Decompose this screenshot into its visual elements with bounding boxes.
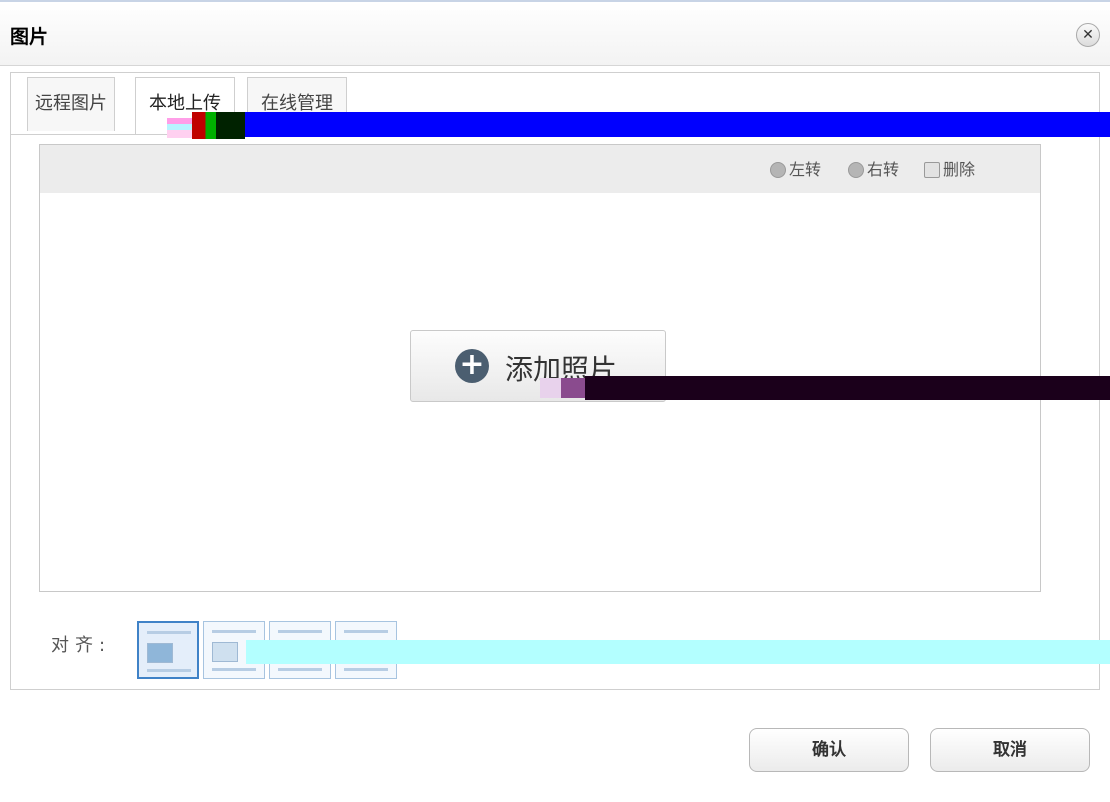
text-line-icon bbox=[344, 630, 388, 633]
text-line-icon bbox=[147, 631, 191, 634]
rotate-right-label: 右转 bbox=[867, 160, 900, 179]
delete-button[interactable]: 删除 bbox=[924, 159, 975, 181]
rotate-right-icon bbox=[848, 162, 864, 178]
delete-label: 删除 bbox=[943, 160, 976, 179]
rotate-left-label: 左转 bbox=[789, 160, 822, 179]
align-none-option[interactable] bbox=[137, 621, 199, 679]
text-line-icon bbox=[344, 668, 388, 671]
plus-circle-icon: + bbox=[455, 349, 489, 383]
render-artifact bbox=[192, 112, 245, 139]
confirm-button[interactable]: 确认 bbox=[749, 728, 909, 772]
render-artifact-bar bbox=[585, 376, 1110, 400]
rotate-left-icon bbox=[770, 162, 786, 178]
image-toolbar: 左转 右转 删除 bbox=[40, 145, 1040, 193]
render-artifact-bar bbox=[246, 640, 1110, 664]
render-artifact-bar bbox=[245, 112, 1110, 137]
text-line-icon bbox=[278, 630, 322, 633]
cancel-button[interactable]: 取消 bbox=[930, 728, 1090, 772]
rotate-left-button[interactable]: 左转 bbox=[770, 159, 821, 181]
text-line-icon bbox=[147, 669, 191, 672]
align-label: 对齐: bbox=[51, 635, 112, 656]
close-icon: ✕ bbox=[1082, 27, 1094, 43]
upload-panel: 左转 右转 删除 + 添加照片 bbox=[39, 144, 1041, 592]
dialog-title: 图片 bbox=[10, 26, 49, 48]
image-thumb-icon bbox=[147, 643, 173, 663]
text-line-icon bbox=[278, 668, 322, 671]
tab-remote-image[interactable]: 远程图片 bbox=[27, 77, 115, 131]
dialog-titlebar: 图片 ✕ bbox=[0, 0, 1110, 66]
text-line-icon bbox=[212, 668, 256, 671]
close-button[interactable]: ✕ bbox=[1076, 23, 1100, 47]
image-thumb-icon bbox=[212, 642, 238, 662]
delete-icon bbox=[924, 162, 940, 178]
rotate-right-button[interactable]: 右转 bbox=[848, 159, 899, 181]
image-dialog: 图片 ✕ 远程图片 本地上传 在线管理 左转 右转 删除 + 添加照片 对齐: … bbox=[0, 0, 1110, 802]
text-line-icon bbox=[212, 630, 256, 633]
